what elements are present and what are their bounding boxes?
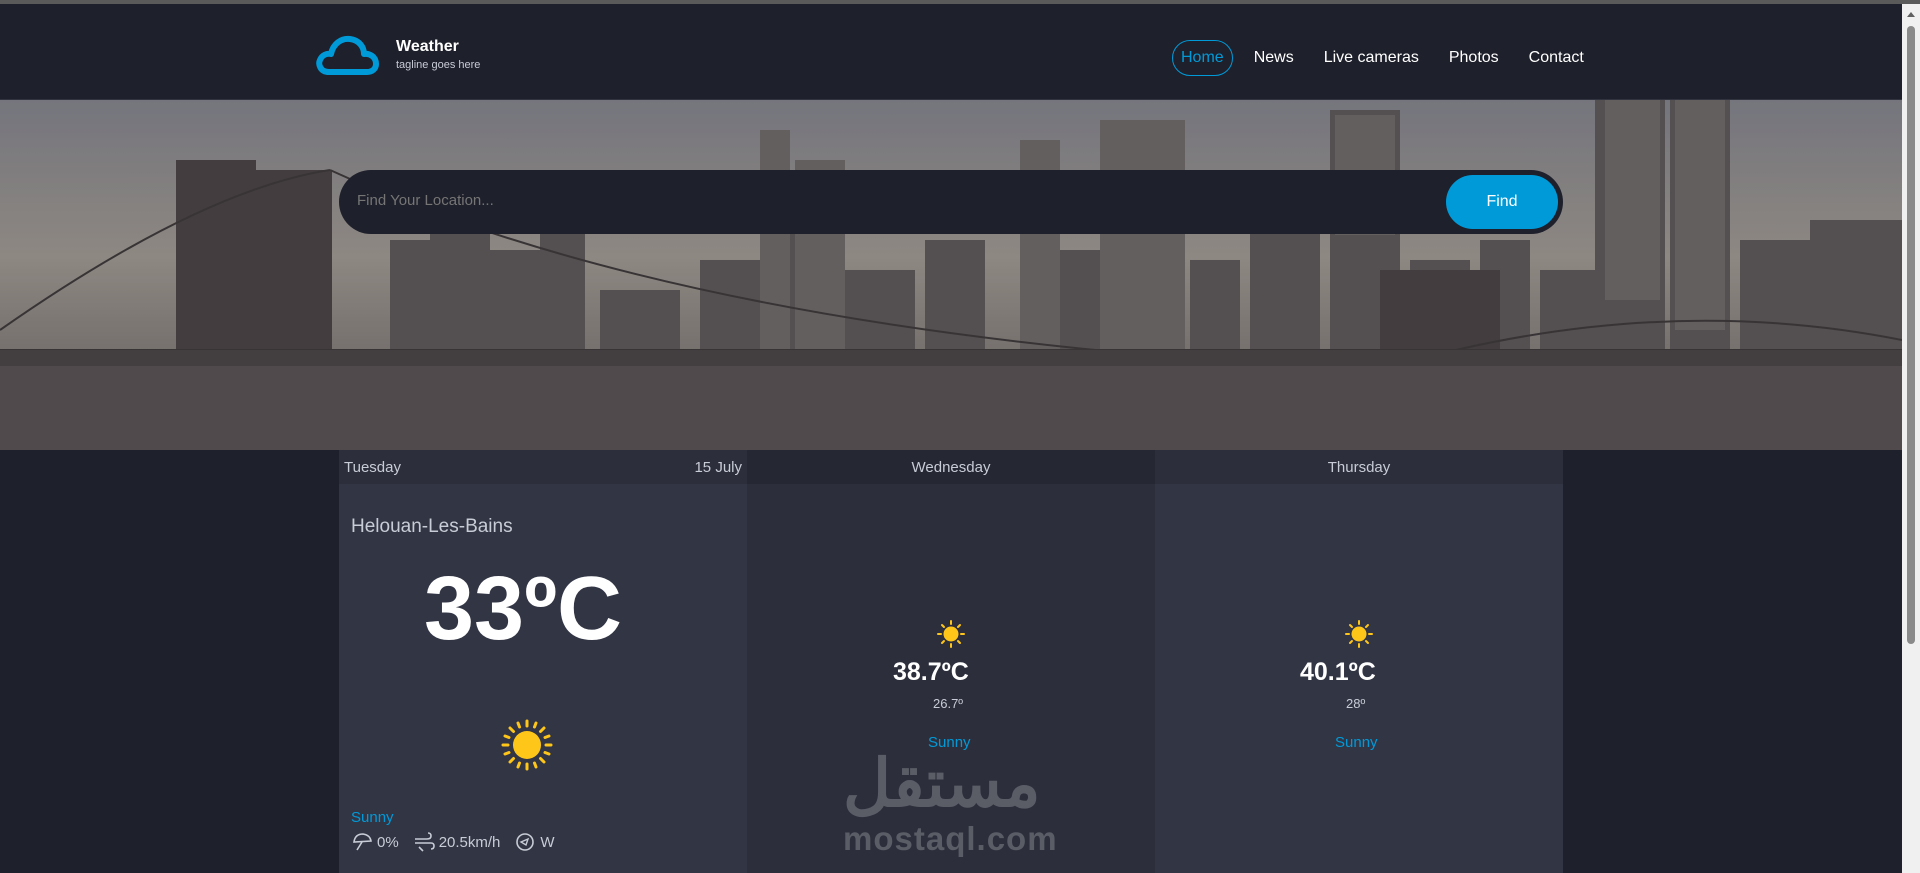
main-nav: Home News Live cameras Photos Contact: [1172, 38, 1593, 78]
sun-icon: [1345, 620, 1373, 648]
location-search-input[interactable]: [357, 192, 1357, 209]
current-temperature: 33ºC: [424, 559, 622, 659]
find-button[interactable]: Find: [1446, 175, 1558, 229]
day-date: 15 July: [694, 459, 742, 476]
compass-icon: [516, 833, 535, 851]
scroll-up-icon[interactable]: [1907, 12, 1915, 17]
condition-label: Sunny: [928, 734, 971, 751]
rain-chance: 0%: [351, 832, 399, 852]
max-temperature: 38.7ºC: [893, 658, 969, 686]
nav-live-cameras[interactable]: Live cameras: [1315, 40, 1428, 76]
forecast-day-content: 38.7ºC 26.7º Sunny: [747, 484, 1155, 873]
cloud-icon: [316, 35, 379, 75]
page-scrollbar[interactable]: [1902, 4, 1920, 873]
page: Weather tagline goes here Home News Live…: [0, 4, 1902, 873]
umbrella-icon: [353, 833, 372, 851]
forecast-day-wednesday: Wednesday 38.7ºC 26.7º Sunny: [747, 450, 1155, 873]
site-tagline: tagline goes here: [396, 59, 481, 71]
forecast-today: Tuesday 15 July Helouan-Les-Bains 33ºC S…: [339, 450, 747, 873]
forecast-day-header: Thursday: [1155, 450, 1563, 484]
scrollbar-thumb[interactable]: [1907, 26, 1915, 644]
wind-icon: [414, 832, 435, 852]
location-name: Helouan-Les-Bains: [351, 516, 513, 537]
min-temperature: 28º: [1346, 696, 1366, 711]
weather-details: 0% 20.5km/h W: [351, 832, 569, 852]
sun-icon: [937, 620, 965, 648]
day-name: Thursday: [1327, 459, 1391, 476]
forecast-today-header: Tuesday 15 July: [339, 450, 747, 484]
wind-speed: 20.5km/h: [413, 832, 501, 852]
max-temperature: 40.1ºC: [1300, 658, 1376, 686]
day-name: Wednesday: [911, 459, 991, 476]
wind-direction: W: [514, 832, 555, 852]
site-header: Weather tagline goes here Home News Live…: [0, 4, 1902, 100]
forecast-day-header: Wednesday: [747, 450, 1155, 484]
nav-home[interactable]: Home: [1172, 40, 1233, 76]
sun-icon: [501, 719, 553, 771]
forecast-table: Tuesday 15 July Helouan-Les-Bains 33ºC S…: [339, 450, 1563, 873]
day-name: Tuesday: [344, 459, 401, 476]
forecast-day-content: 40.1ºC 28º Sunny: [1155, 484, 1563, 873]
site-title: Weather: [396, 38, 459, 55]
city-skyline-image: [0, 100, 1902, 450]
location-search-bar: Find: [339, 170, 1563, 234]
forecast-day-thursday: Thursday 40.1ºC 28º Sunny: [1155, 450, 1563, 873]
wind-direction-value: W: [540, 833, 555, 851]
condition-label: Sunny: [351, 809, 394, 826]
nav-contact[interactable]: Contact: [1520, 40, 1593, 76]
rain-value: 0%: [377, 833, 399, 851]
hero-banner: Find: [0, 100, 1902, 450]
forecast-today-content: Helouan-Les-Bains 33ºC Sunny 0% 20.5km/h…: [339, 484, 747, 873]
nav-news[interactable]: News: [1245, 40, 1303, 76]
min-temperature: 26.7º: [933, 696, 964, 711]
condition-label: Sunny: [1335, 734, 1378, 751]
wind-speed-value: 20.5km/h: [438, 833, 501, 851]
nav-photos[interactable]: Photos: [1440, 40, 1508, 76]
